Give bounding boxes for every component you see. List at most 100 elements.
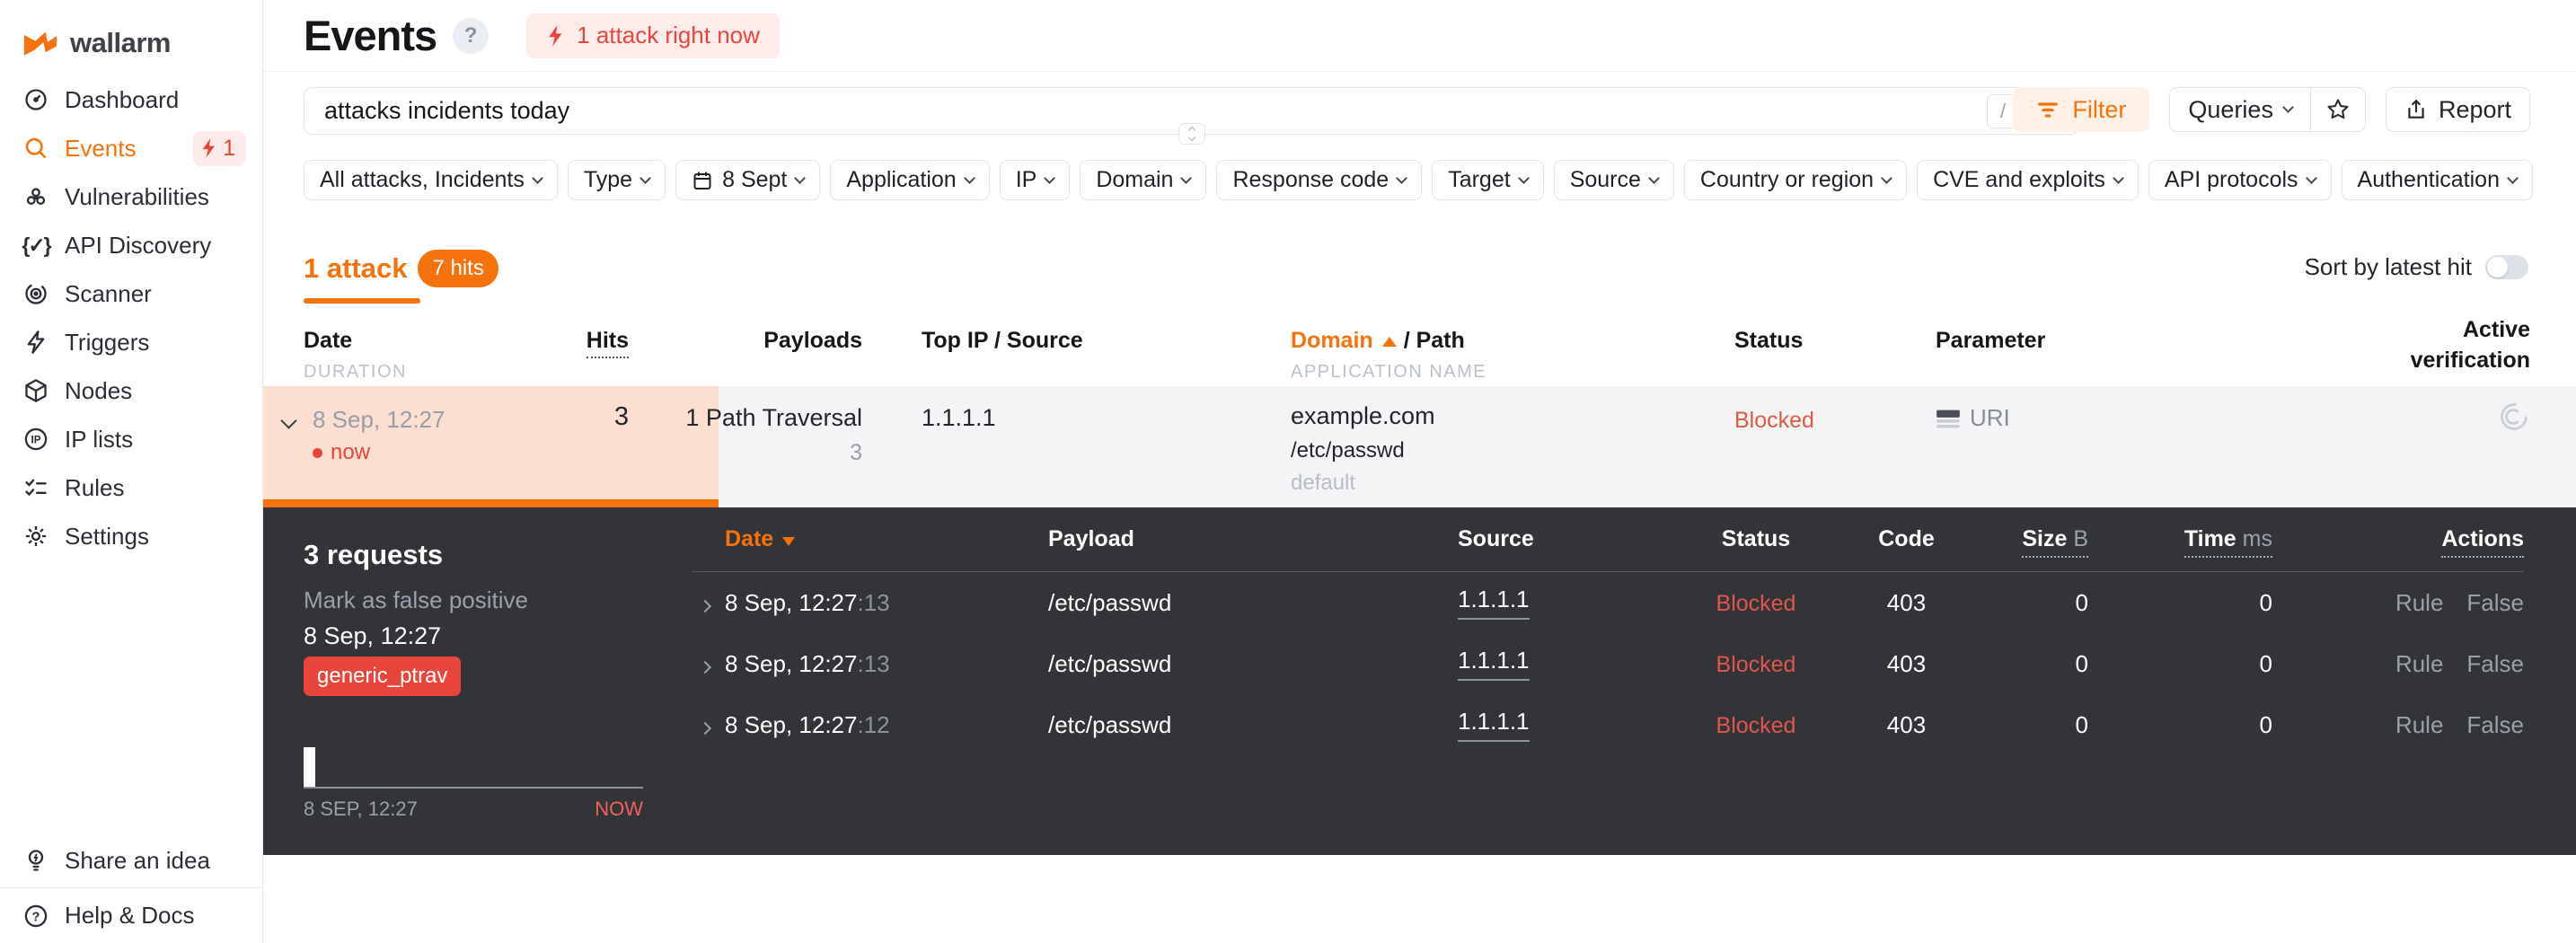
sidebar-item-rules[interactable]: Rules [0, 463, 262, 512]
attack-alert-text: 1 attack right now [577, 22, 760, 48]
filter-chip-cve[interactable]: CVE and exploits [1917, 160, 2139, 200]
brand-logo[interactable]: wallarm [0, 0, 262, 59]
req-col-payload: Payload [1048, 526, 1134, 551]
rule-action[interactable]: Rule [2395, 650, 2443, 677]
chip-label: Authentication [2357, 167, 2500, 192]
sidebar-footer: Share an idea ? Help & Docs [0, 833, 262, 943]
rule-action[interactable]: Rule [2395, 589, 2443, 616]
svg-text:IP: IP [31, 435, 40, 446]
sidebar-item-label: Scanner [65, 279, 152, 307]
filter-chip-type[interactable]: Type [567, 160, 666, 200]
filter-chip-date[interactable]: 8 Sept [675, 160, 821, 200]
search-icon [22, 134, 50, 163]
search-expander[interactable] [1178, 123, 1205, 145]
false-action[interactable]: False [2466, 711, 2524, 738]
chevron-right-icon[interactable] [698, 660, 712, 674]
col-application-sub: APPLICATION NAME [1291, 362, 1487, 382]
false-action[interactable]: False [2466, 650, 2524, 677]
filter-chip-attacks-incidents[interactable]: All attacks, Incidents [304, 160, 558, 200]
request-source[interactable]: 1.1.1.1 [1458, 647, 1530, 681]
request-source[interactable]: 1.1.1.1 [1458, 586, 1530, 620]
sidebar-item-dashboard[interactable]: Dashboard [0, 75, 262, 124]
parameter-icon [1936, 410, 1960, 427]
req-col-actions[interactable]: Actions [2272, 526, 2524, 558]
request-row[interactable]: 8 Sep, 12:27:12 /etc/passwd 1.1.1.1 Bloc… [692, 694, 2524, 755]
request-size: 0 [2075, 588, 2088, 616]
favorite-button[interactable] [2310, 87, 2366, 132]
sort-toggle[interactable] [2485, 255, 2528, 279]
sidebar-item-settings[interactable]: Settings [0, 512, 262, 560]
rule-action[interactable]: Rule [2395, 711, 2443, 738]
attack-type-tag[interactable]: generic_ptrav [304, 657, 462, 696]
sidebar-item-events[interactable]: Events 1 [0, 124, 262, 172]
req-col-size[interactable]: Size B [1981, 526, 2088, 558]
filter-chip-domain[interactable]: Domain [1080, 160, 1207, 200]
attack-row[interactable]: 8 Sep, 12:27 now 3 1 Path Traversal 3 1.… [263, 386, 2576, 507]
mark-false-positive-link[interactable]: Mark as false positive [304, 586, 528, 614]
queries-button[interactable]: Queries [2169, 87, 2311, 132]
col-parameter: Parameter [1936, 328, 2046, 353]
request-date: 8 Sep, 12:27 [725, 710, 858, 738]
col-payloads: Payloads [763, 328, 862, 353]
col-hits[interactable]: Hits [515, 328, 629, 358]
req-col-time[interactable]: Time ms [2088, 526, 2272, 558]
chevron-down-icon [1187, 133, 1195, 142]
attack-hits: 3 [613, 402, 629, 431]
filter-chip-response-code[interactable]: Response code [1216, 160, 1423, 200]
request-row[interactable]: 8 Sep, 12:27:13 /etc/passwd 1.1.1.1 Bloc… [692, 633, 2524, 694]
app-root: wallarm Dashboard Events 1 Vulnerabiliti… [0, 0, 2576, 943]
sidebar-item-share-idea[interactable]: Share an idea [0, 833, 262, 887]
bolt-icon [22, 328, 50, 357]
search-input[interactable] [304, 88, 1948, 134]
chip-label: Country or region [1699, 167, 1875, 192]
radar-icon [22, 279, 50, 308]
sidebar-nav: Dashboard Events 1 Vulnerabilities {✓} A… [0, 75, 262, 560]
help-icon[interactable]: ? [453, 17, 490, 54]
chevron-right-icon[interactable] [698, 599, 712, 613]
sidebar-item-nodes[interactable]: Nodes [0, 366, 262, 415]
sidebar-item-vulnerabilities[interactable]: Vulnerabilities [0, 172, 262, 221]
events-attack-count: 1 [223, 135, 235, 161]
sidebar-item-help-docs[interactable]: ? Help & Docs [0, 887, 262, 943]
sidebar-item-ip-lists[interactable]: IP IP lists [0, 415, 262, 463]
chevron-right-icon[interactable] [698, 721, 712, 735]
col-top-ip: Top IP / Source [922, 328, 1083, 353]
attacks-tab[interactable]: 1 attack 7 hits [304, 250, 498, 287]
request-row[interactable]: 8 Sep, 12:27:13 /etc/passwd 1.1.1.1 Bloc… [692, 572, 2524, 633]
sidebar-item-api-discovery[interactable]: {✓} API Discovery [0, 221, 262, 269]
active-verification-icon[interactable] [2498, 401, 2530, 433]
events-attack-badge: 1 [193, 130, 246, 166]
live-dot-icon [313, 447, 322, 458]
chevron-down-icon [1180, 172, 1193, 184]
filter-chip-ip[interactable]: IP [999, 160, 1071, 200]
request-date: 8 Sep, 12:27 [725, 588, 858, 616]
checklist-icon [22, 473, 50, 502]
filter-chip-country[interactable]: Country or region [1683, 160, 1908, 200]
sort-desc-icon [782, 537, 796, 546]
filter-chip-target[interactable]: Target [1432, 160, 1544, 200]
request-status: Blocked [1716, 712, 1796, 738]
req-col-date[interactable]: Date [692, 526, 1033, 552]
filter-chip-source[interactable]: Source [1553, 160, 1674, 200]
false-action[interactable]: False [2466, 589, 2524, 616]
sidebar-item-label: Dashboard [65, 85, 180, 113]
filter-chip-api-protocols[interactable]: API protocols [2148, 160, 2332, 200]
sort-label: Sort by latest hit [2304, 253, 2472, 280]
sidebar-item-label: Vulnerabilities [65, 182, 209, 210]
filter-chip-application[interactable]: Application [830, 160, 990, 200]
request-source[interactable]: 1.1.1.1 [1458, 708, 1530, 742]
report-button[interactable]: Report [2385, 87, 2530, 132]
sidebar-item-triggers[interactable]: Triggers [0, 318, 262, 366]
request-details-panel: 3 requests Mark as false positive 8 Sep,… [263, 507, 2576, 855]
col-domain[interactable]: Domain / Path [1291, 328, 1465, 354]
brand-name: wallarm [70, 27, 171, 58]
filter-button[interactable]: Filter [2013, 87, 2150, 132]
col-date[interactable]: Date [304, 328, 352, 354]
lightbulb-icon [22, 846, 50, 875]
details-date: 8 Sep, 12:27 [304, 622, 442, 649]
filter-chip-authentication[interactable]: Authentication [2341, 160, 2533, 200]
chip-label: CVE and exploits [1933, 167, 2105, 192]
sidebar-item-scanner[interactable]: Scanner [0, 269, 262, 318]
timeline-now-label: NOW [595, 798, 643, 820]
attack-alert-badge[interactable]: 1 attack right now [526, 13, 780, 58]
